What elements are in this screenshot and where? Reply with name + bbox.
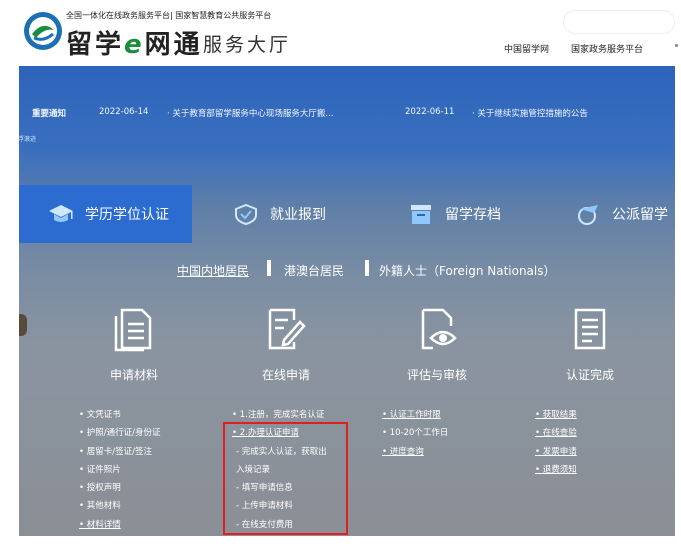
- site-title-part1: 留学: [66, 30, 125, 60]
- materials-list: • 文凭证书 • 护照/通行证/身份证 • 居留卡/签证/签注 • 证件照片 •…: [79, 406, 160, 534]
- notice-bar: 重要通知 2022-06-14 · 关于教育部留学服务中心现场服务大厅搬... …: [19, 101, 675, 123]
- archive-icon: [411, 205, 431, 224]
- notice-link[interactable]: · 关于教育部留学服务中心现场服务大厅搬...: [167, 107, 334, 119]
- graduation-cap-icon: [49, 205, 73, 222]
- list-item: • 授权声明: [79, 483, 121, 494]
- badge-icon: [235, 203, 257, 225]
- step-label: 申请材料: [109, 368, 158, 382]
- step-evaluation-review[interactable]: 评估与审核: [382, 306, 492, 383]
- site-header: 全国一体化在线政务服务平台| 国家智慧教育公共服务平台 留学e网通 服务大厅 中…: [0, 0, 681, 66]
- site-title-e: e: [124, 30, 145, 60]
- notice-link[interactable]: · 关于继续实施管控措施的公告: [472, 107, 588, 119]
- tab-degree-verification[interactable]: 学历学位认证: [19, 185, 192, 243]
- list-item: • 证件照片: [79, 464, 121, 475]
- review-eye-icon: [421, 308, 457, 350]
- step-label: 评估与审核: [406, 368, 467, 382]
- invoice-request-link[interactable]: • 发票申请: [535, 443, 577, 461]
- tab-label: 留学存档: [445, 207, 501, 223]
- header-tagline: 全国一体化在线政务服务平台| 国家智慧教育公共服务平台: [66, 11, 272, 20]
- time-limit-link[interactable]: • 认证工作时限: [382, 406, 448, 424]
- step-label: 认证完成: [565, 368, 614, 382]
- refund-notice-link[interactable]: • 退费须知: [535, 461, 577, 479]
- nav-link-gov-platform[interactable]: 国家政务服务平台: [571, 42, 643, 55]
- site-title-part2: 网通: [144, 30, 203, 60]
- tab-government-sponsored[interactable]: 公派留学: [574, 185, 668, 243]
- completed-list-icon: [574, 308, 606, 350]
- divider: [365, 260, 369, 276]
- step-label: 在线申请: [261, 368, 310, 382]
- complete-list: • 获取结果 • 在线查验 • 发票申请 • 退费须知: [535, 406, 577, 479]
- edit-document-icon: [268, 308, 306, 350]
- plane-globe-icon: [578, 205, 598, 225]
- step-verification-complete[interactable]: 认证完成: [535, 306, 645, 383]
- site-title[interactable]: 留学e网通: [66, 24, 203, 61]
- online-check-link[interactable]: • 在线查验: [535, 424, 577, 442]
- tab-employment-registration[interactable]: 就业报到: [232, 185, 326, 243]
- notice-date: 2022-06-11: [405, 107, 455, 117]
- list-item: • 护照/通行证/身份证: [79, 428, 161, 439]
- site-logo-icon[interactable]: [22, 10, 64, 52]
- resident-foreign[interactable]: 外籍人士（Foreign Nationals）: [379, 262, 556, 279]
- list-item: • 文凭证书: [79, 410, 121, 420]
- nav-link-cscse[interactable]: 中国留学网: [504, 42, 549, 55]
- highlight-box: [223, 422, 348, 535]
- side-small-text: 浮滚迹: [19, 136, 37, 143]
- notice-date: 2022-06-14: [99, 107, 149, 117]
- step-online-application[interactable]: 在线申请: [231, 306, 341, 383]
- list-item: • 其他材料: [79, 501, 121, 512]
- tab-label: 学历学位认证: [85, 207, 169, 223]
- header-more-dot: [675, 44, 678, 47]
- service-panel: 重要通知 2022-06-14 · 关于教育部留学服务中心现场服务大厅搬... …: [19, 66, 675, 536]
- header-search-box[interactable]: [563, 10, 675, 34]
- tab-label: 就业报到: [270, 207, 326, 223]
- documents-icon: [114, 308, 152, 352]
- notice-label: 重要通知: [32, 109, 67, 119]
- materials-details-link[interactable]: • 材料详情: [79, 516, 160, 534]
- site-subtitle: 服务大厅: [203, 34, 292, 56]
- divider: [267, 260, 271, 276]
- step-materials[interactable]: 申请材料: [79, 306, 189, 383]
- decorative-edge-figure: [19, 314, 27, 336]
- get-result-link[interactable]: • 获取结果: [535, 406, 577, 424]
- list-item: • 居留卡/签证/签注: [79, 446, 152, 457]
- service-tabs: 学历学位认证 就业报到 留学存档 公派留学: [19, 185, 675, 243]
- progress-query-link[interactable]: • 进度查询: [382, 443, 448, 461]
- resident-hk-macao-taiwan[interactable]: 港澳台居民: [284, 262, 344, 279]
- resident-mainland[interactable]: 中国内地居民: [177, 262, 249, 279]
- review-list: • 认证工作时限 • 10-20个工作日 • 进度查询: [382, 406, 448, 461]
- list-item: • 10-20个工作日: [382, 428, 449, 439]
- tab-label: 公派留学: [612, 207, 668, 223]
- tab-study-archive[interactable]: 留学存档: [407, 185, 501, 243]
